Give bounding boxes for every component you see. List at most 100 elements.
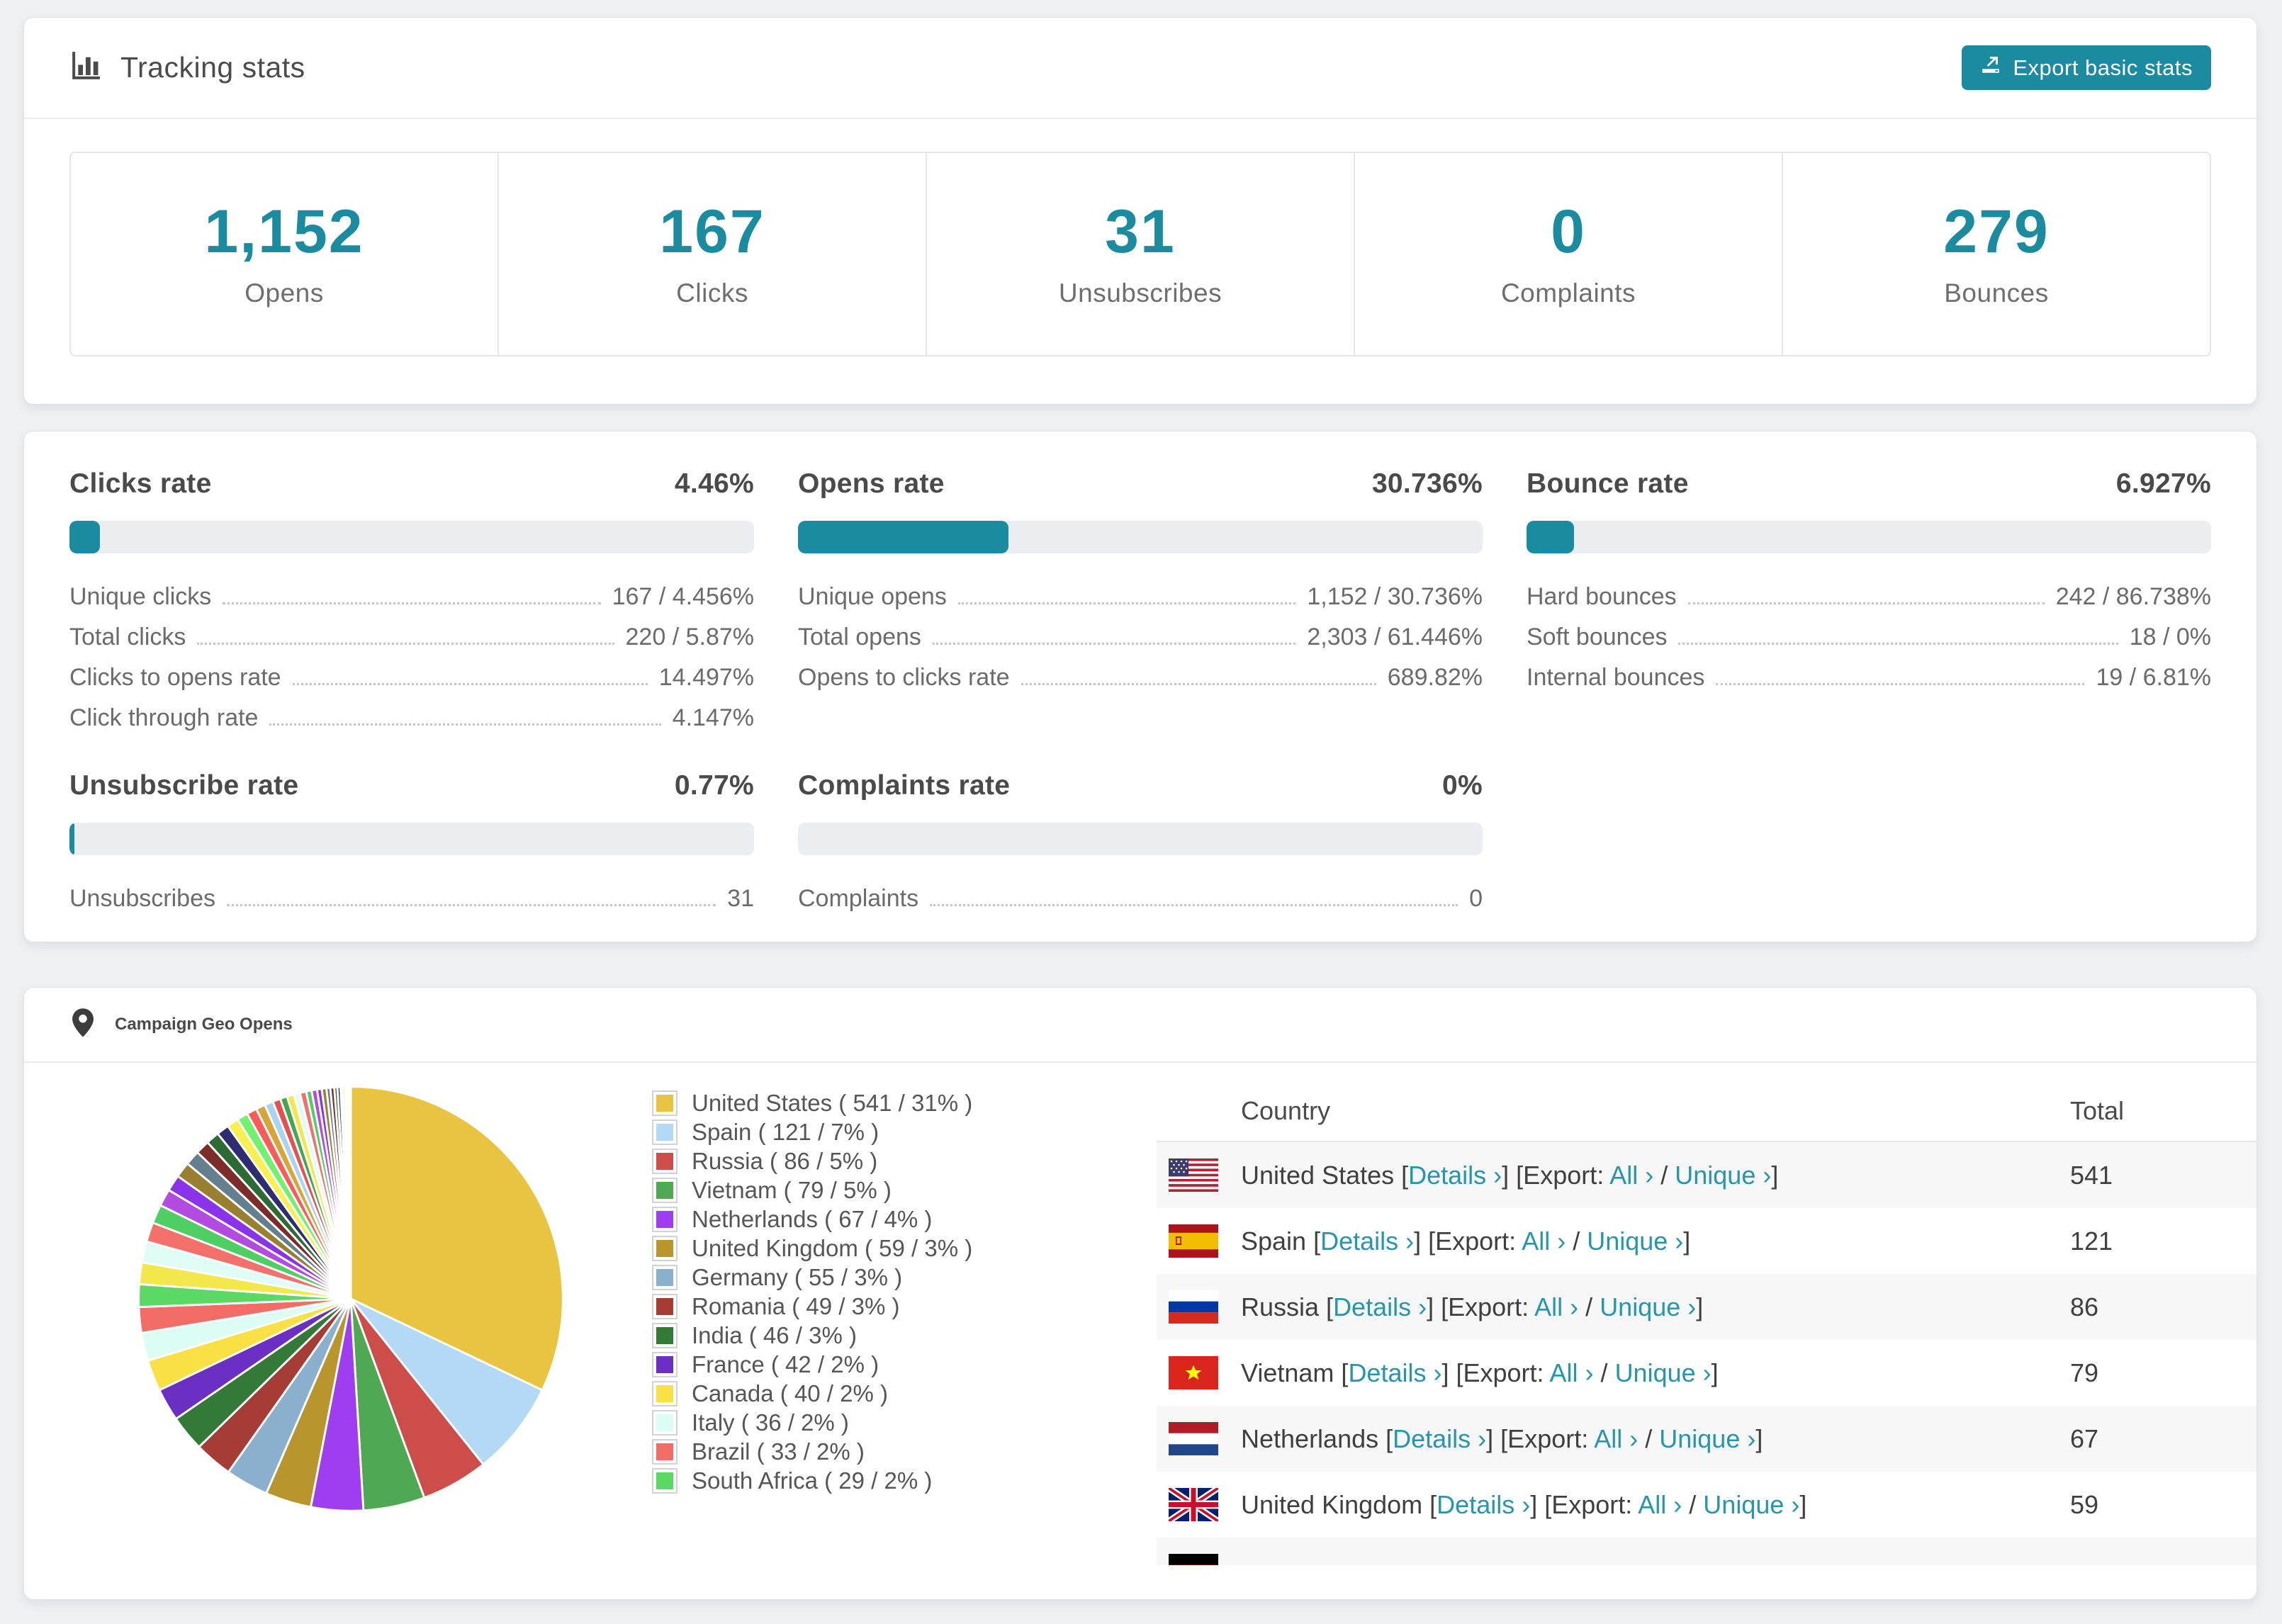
legend-item-italy[interactable]: Italy ( 36 / 2% ) [652, 1408, 972, 1437]
export-unique-link[interactable]: Unique › [1659, 1424, 1755, 1453]
stat-opens-label: Opens [244, 278, 324, 308]
legend-item-brazil[interactable]: Brazil ( 33 / 2% ) [652, 1437, 972, 1466]
details-link[interactable]: Details › [1437, 1490, 1530, 1519]
table-row-spain: Spain [Details ›] [Export: All › / Uniqu… [1157, 1208, 2256, 1274]
complaints-rate-title: Complaints rate [798, 770, 1011, 801]
export-all-link[interactable]: All › [1609, 1161, 1653, 1190]
clicks-rate-bar [69, 521, 754, 553]
table-header: Country Total [1157, 1081, 2256, 1142]
legend-item-russia[interactable]: Russia ( 86 / 5% ) [652, 1146, 972, 1175]
stat-clicks-value: 167 [659, 198, 765, 266]
legend-swatch [652, 1148, 678, 1174]
stat-bounces-label: Bounces [1944, 278, 2049, 308]
stat-clicks: 167 Clicks [499, 153, 927, 355]
legend-swatch [652, 1467, 678, 1494]
unsubscribe-rate-bar [69, 823, 754, 855]
stat-bounces: 279 Bounces [1783, 153, 2210, 355]
geo-opens-title: Campaign Geo Opens [115, 1015, 293, 1034]
legend-item-romania[interactable]: Romania ( 49 / 3% ) [652, 1292, 972, 1321]
stat-complaints: 0 Complaints [1355, 153, 1783, 355]
unsubscribe-rate-value: 0.77% [674, 770, 754, 801]
details-link[interactable]: Details › [1333, 1292, 1427, 1321]
flag-nl-icon [1169, 1422, 1218, 1455]
export-unique-link[interactable]: Unique › [1675, 1161, 1771, 1190]
complaints-rate-block: Complaints rate 0% Complaints 0 [798, 770, 1483, 913]
legend-item-india[interactable]: India ( 46 / 3% ) [652, 1321, 972, 1350]
flag-de-icon [1169, 1554, 1218, 1565]
bounce-rate-value: 6.927% [2115, 468, 2211, 499]
legend-item-united-kingdom[interactable]: United Kingdom ( 59 / 3% ) [652, 1234, 972, 1263]
table-row-united-kingdom: United Kingdom [Details ›] [Export: All … [1157, 1472, 2256, 1538]
metric-row: Unique clicks 167 / 4.456% [69, 583, 754, 610]
geo-opens-table: Country Total United States [Details ›] … [1157, 1081, 2256, 1565]
geo-pie-chart[interactable] [130, 1078, 571, 1519]
total-value: 67 [2070, 1423, 2099, 1453]
details-link[interactable]: Details › [1393, 1424, 1486, 1453]
legend-swatch [652, 1293, 678, 1319]
unsubscribe-rate-block: Unsubscribe rate 0.77% Unsubscribes 31 [69, 770, 754, 913]
export-all-link[interactable]: All › [1534, 1292, 1578, 1321]
legend-item-france[interactable]: France ( 42 / 2% ) [652, 1350, 972, 1379]
tracking-stats-header: Tracking stats Export basic stats [24, 18, 2256, 119]
tracking-stats-card: Tracking stats Export basic stats 1,152 … [23, 17, 2257, 405]
legend-swatch [652, 1438, 678, 1465]
metric-row: Hard bounces 242 / 86.738% [1527, 583, 2211, 610]
legend-swatch [652, 1409, 678, 1436]
table-row-germany-clipped [1157, 1538, 2256, 1565]
stat-unsubscribes-label: Unsubscribes [1058, 278, 1222, 308]
metric-row: Click through rate 4.147% [69, 704, 754, 731]
legend-item-netherlands[interactable]: Netherlands ( 67 / 4% ) [652, 1205, 972, 1234]
legend-item-spain[interactable]: Spain ( 121 / 7% ) [652, 1117, 972, 1146]
geo-opens-card: Campaign Geo Opens United States ( 541 /… [23, 987, 2257, 1600]
metric-row: Clicks to opens rate 14.497% [69, 664, 754, 691]
table-row-russia: Russia [Details ›] [Export: All › / Uniq… [1157, 1274, 2256, 1340]
export-unique-link[interactable]: Unique › [1600, 1292, 1696, 1321]
export-unique-link[interactable]: Unique › [1587, 1227, 1683, 1256]
metric-row: Total opens 2,303 / 61.446% [798, 624, 1483, 650]
rates-card: Clicks rate 4.46% Unique clicks 167 / 4.4… [23, 431, 2257, 942]
legend-swatch [652, 1206, 678, 1232]
stat-complaints-label: Complaints [1500, 278, 1636, 308]
geo-legend: United States ( 541 / 31% ) Spain ( 121 … [652, 1088, 972, 1495]
export-all-link[interactable]: All › [1550, 1358, 1594, 1387]
complaints-rate-value: 0% [1442, 770, 1483, 801]
legend-item-united-states[interactable]: United States ( 541 / 31% ) [652, 1088, 972, 1117]
total-value: 79 [2070, 1358, 2099, 1387]
bar-chart-icon [69, 50, 102, 86]
metric-row: Unique opens 1,152 / 30.736% [798, 583, 1483, 610]
flag-ru-icon [1169, 1290, 1218, 1324]
country-column-header: Country [1241, 1096, 1331, 1125]
export-all-link[interactable]: All › [1638, 1490, 1682, 1519]
stats-summary: 1,152 Opens 167 Clicks 31 Unsubscribes 0… [69, 152, 2211, 356]
legend-swatch [652, 1119, 678, 1145]
export-unique-link[interactable]: Unique › [1615, 1358, 1712, 1387]
opens-rate-block: Opens rate 30.736% Unique opens 1,152 / 3… [798, 468, 1483, 732]
legend-swatch [652, 1351, 678, 1377]
unsubscribe-rate-title: Unsubscribe rate [69, 770, 299, 801]
export-basic-stats-button[interactable]: Export basic stats [1962, 45, 2211, 90]
clicks-rate-value: 4.46% [674, 468, 754, 499]
legend-swatch [652, 1264, 678, 1290]
legend-swatch [652, 1177, 678, 1203]
stat-unsubscribes: 31 Unsubscribes [927, 153, 1355, 355]
map-pin-icon [69, 1007, 96, 1043]
metric-row: Soft bounces 18 / 0% [1527, 624, 2211, 650]
details-link[interactable]: Details › [1348, 1358, 1441, 1387]
legend-item-south-africa[interactable]: South Africa ( 29 / 2% ) [652, 1466, 972, 1495]
stat-opens-value: 1,152 [204, 198, 364, 266]
legend-item-germany[interactable]: Germany ( 55 / 3% ) [652, 1263, 972, 1292]
export-unique-link[interactable]: Unique › [1703, 1490, 1799, 1519]
table-row-vietnam: Vietnam [Details ›] [Export: All › / Uni… [1157, 1340, 2256, 1406]
total-value: 121 [2070, 1226, 2113, 1256]
export-all-link[interactable]: All › [1594, 1424, 1638, 1453]
bounce-rate-block: Bounce rate 6.927% Hard bounces 242 / 86.… [1527, 468, 2211, 732]
legend-swatch [652, 1380, 678, 1406]
legend-item-vietnam[interactable]: Vietnam ( 79 / 5% ) [652, 1175, 972, 1205]
details-link[interactable]: Details › [1320, 1227, 1414, 1256]
flag-vn-icon [1169, 1356, 1218, 1389]
total-column-header: Total [2070, 1096, 2125, 1125]
total-value: 86 [2070, 1292, 2099, 1321]
legend-item-canada[interactable]: Canada ( 40 / 2% ) [652, 1379, 972, 1408]
export-all-link[interactable]: All › [1522, 1227, 1566, 1256]
details-link[interactable]: Details › [1408, 1161, 1502, 1190]
